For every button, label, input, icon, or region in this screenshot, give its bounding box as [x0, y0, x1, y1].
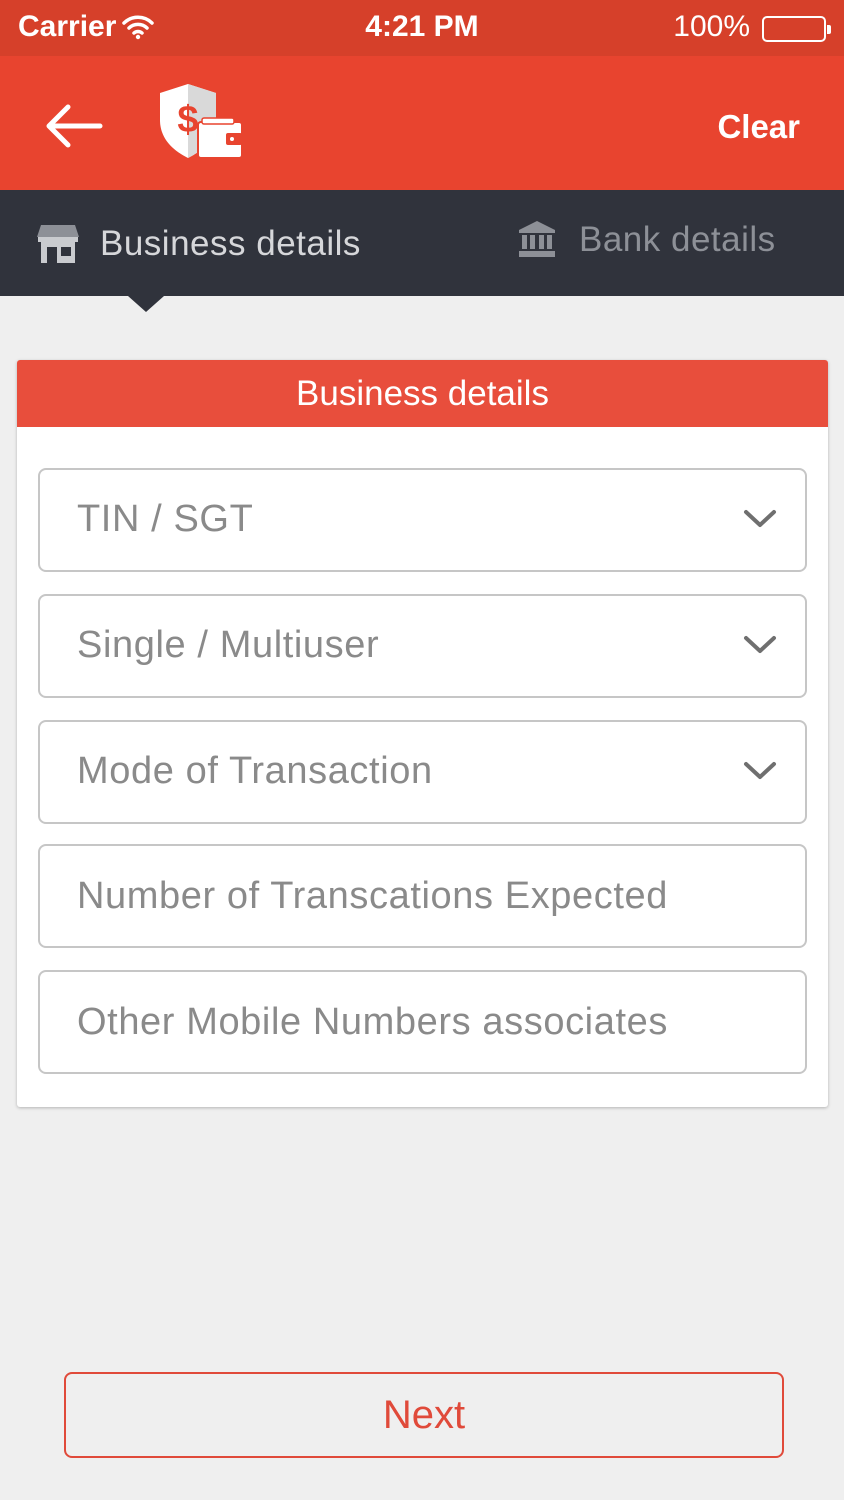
other-mobile-numbers-field[interactable]: [38, 970, 807, 1074]
chevron-down-icon: [743, 634, 777, 661]
next-button[interactable]: Next: [64, 1372, 784, 1458]
store-icon: [36, 223, 80, 268]
transactions-expected-input[interactable]: [40, 846, 805, 946]
tin-sgt-label: TIN / SGT: [77, 498, 254, 540]
app-bar: $ Clear: [0, 56, 844, 190]
chevron-down-icon: [743, 508, 777, 535]
active-tab-indicator: [128, 296, 164, 312]
tab-bar: Business details Bank details: [0, 190, 844, 296]
tab-label: Bank details: [579, 220, 776, 259]
business-details-card: Business details TIN / SGT Single / Mult…: [17, 360, 828, 1107]
back-button[interactable]: [40, 96, 106, 152]
user-type-dropdown[interactable]: Single / Multiuser: [38, 594, 807, 698]
battery-icon: [762, 16, 831, 42]
tab-business-details[interactable]: Business details: [0, 190, 422, 296]
svg-text:$: $: [177, 99, 198, 141]
chevron-down-icon: [743, 760, 777, 787]
user-type-label: Single / Multiuser: [77, 624, 380, 666]
bank-icon: [518, 220, 556, 263]
tab-label: Business details: [100, 224, 361, 263]
transaction-mode-dropdown[interactable]: Mode of Transaction: [38, 720, 807, 824]
tab-bank-details[interactable]: Bank details: [422, 190, 844, 296]
other-mobile-numbers-input[interactable]: [40, 972, 805, 1072]
status-bar: Carrier 4:21 PM 100%: [0, 0, 844, 56]
arrow-left-icon: [46, 104, 103, 148]
shield-dollar-wallet-icon: $: [154, 80, 246, 164]
tin-sgt-dropdown[interactable]: TIN / SGT: [38, 468, 807, 572]
transaction-mode-label: Mode of Transaction: [77, 750, 433, 792]
battery-percentage: 100%: [673, 10, 750, 43]
transactions-expected-field[interactable]: [38, 844, 807, 948]
card-title: Business details: [17, 360, 828, 427]
clear-button[interactable]: Clear: [717, 108, 800, 146]
